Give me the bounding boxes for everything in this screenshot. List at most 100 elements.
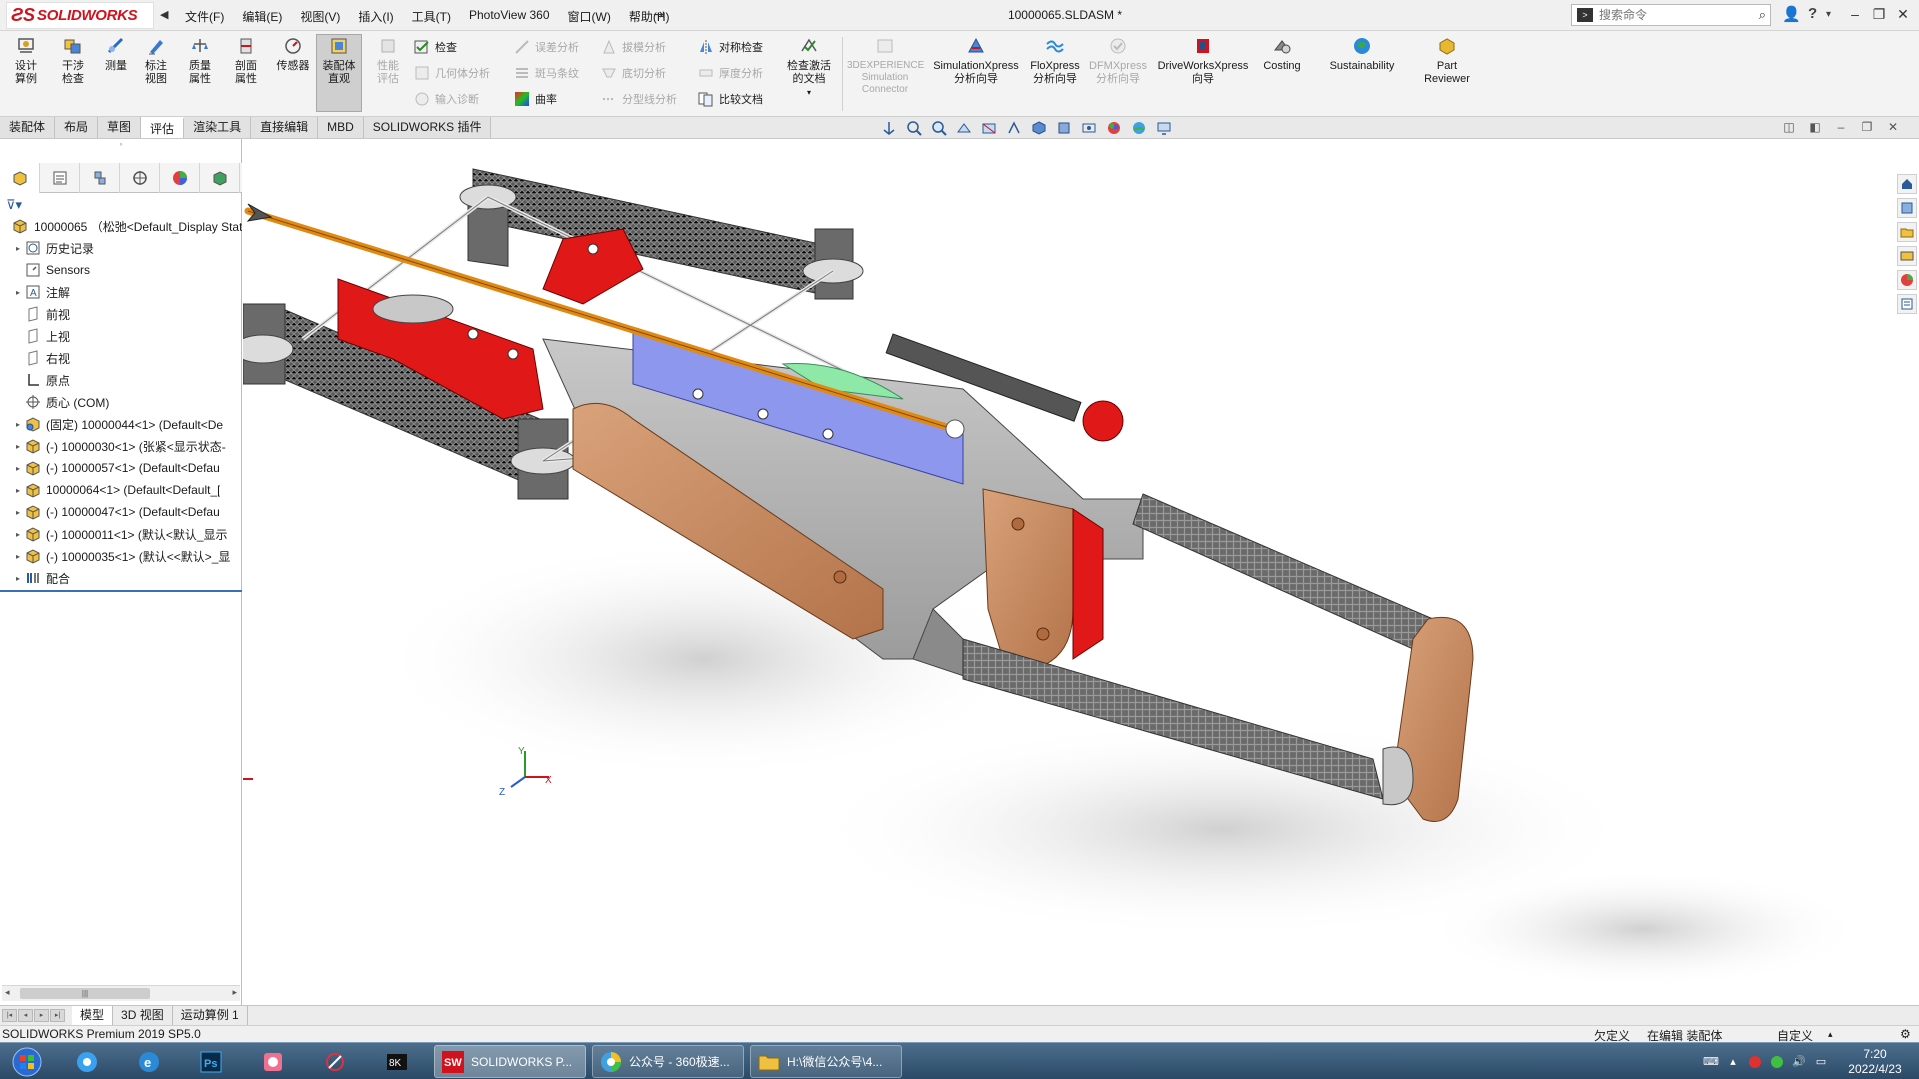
tree-item-component-10000030[interactable]: ▸ (-) 10000030<1> (张紧<显示状态- [0, 435, 242, 457]
tools-app-icon[interactable] [314, 1045, 356, 1078]
doc-close-icon[interactable]: ✕ [1885, 119, 1901, 135]
file-explorer-icon[interactable] [1897, 222, 1917, 242]
expand-arrow-icon[interactable]: ▸ [12, 486, 24, 495]
ie-browser-icon[interactable]: e [128, 1045, 170, 1078]
doc-minimize-icon[interactable]: – [1833, 119, 1849, 135]
tab-3d-views[interactable]: 3D 视图 [113, 1006, 173, 1025]
expand-arrow-icon[interactable]: ▸ [12, 420, 24, 429]
section-view-icon[interactable] [978, 118, 1000, 138]
expand-arrow-icon[interactable]: ▸ [12, 574, 24, 583]
tree-split-bar[interactable] [0, 590, 242, 592]
dfmxpress-button[interactable]: DFMXpress 分析向导 [1088, 35, 1148, 86]
tab-assembly[interactable]: 装配体 [0, 117, 56, 138]
crossbow-3d-model[interactable] [243, 139, 1919, 1005]
tab-mbd[interactable]: MBD [318, 117, 364, 138]
check-active-doc-button[interactable]: 检查激活的文档 ▾ [783, 35, 835, 99]
menu-insert[interactable]: 插入(I) [349, 6, 402, 27]
hide-show-items-icon[interactable] [1078, 118, 1100, 138]
photo-app-icon[interactable] [252, 1045, 294, 1078]
rear-limb[interactable] [459, 168, 864, 300]
expand-arrow-icon[interactable]: ▸ [12, 442, 24, 451]
media-app-icon[interactable]: 8K [376, 1045, 418, 1078]
help-dropdown-icon[interactable]: ▾ [1826, 9, 1831, 20]
part-reviewer-button[interactable]: Part Reviewer [1412, 35, 1482, 86]
tile-left-icon[interactable]: ◫ [1781, 119, 1797, 135]
doc-restore-icon[interactable]: ❐ [1859, 119, 1875, 135]
tree-item-component-10000064[interactable]: ▸ 10000064<1> (Default<Default_[ [0, 479, 242, 501]
expand-arrow-icon[interactable]: ▸ [12, 244, 24, 253]
view-orientation-icon[interactable] [878, 118, 900, 138]
scroll-right-icon[interactable]: ▸ [232, 987, 237, 998]
check-button[interactable]: 检查 [414, 39, 457, 55]
symmetry-check-button[interactable]: 对称检查 [698, 39, 763, 55]
design-study-button[interactable]: 设计算例 [6, 35, 46, 86]
tree-item-component-10000011[interactable]: ▸ (-) 10000011<1> (默认<默认_显示 [0, 523, 242, 545]
help-icon[interactable]: ? [1808, 5, 1817, 22]
taskbar-solidworks[interactable]: SW SOLIDWORKS P... [434, 1045, 586, 1078]
property-manager-tab[interactable] [40, 163, 80, 193]
tree-item-front-plane[interactable]: 前视 [0, 303, 242, 325]
panel-resize-handle[interactable]: ◦ [0, 139, 242, 163]
check-active-doc-dropdown-icon[interactable]: ▾ [807, 86, 811, 99]
appearances-icon[interactable] [1897, 270, 1917, 290]
view-settings-icon[interactable] [1153, 118, 1175, 138]
next-tab-icon[interactable]: ▸ [34, 1009, 49, 1022]
baidu-netdisk-icon[interactable] [66, 1045, 108, 1078]
section-properties-button[interactable]: 剖面属性 [226, 35, 266, 86]
display-style-icon[interactable] [1053, 118, 1075, 138]
start-button[interactable] [6, 1044, 48, 1079]
expand-arrow-icon[interactable]: ▸ [12, 464, 24, 473]
menu-window[interactable]: 窗口(W) [559, 6, 620, 27]
tree-item-annotations[interactable]: ▸ A 注解 [0, 281, 242, 303]
cam-manager-tab[interactable] [200, 163, 240, 193]
tree-item-right-plane[interactable]: 右视 [0, 347, 242, 369]
simulationxpress-button[interactable]: SimulationXpress 分析向导 [930, 35, 1022, 86]
performance-evaluation-button[interactable]: 性能评估 [368, 35, 408, 86]
sustainability-button[interactable]: Sustainability [1322, 35, 1402, 73]
tray-expand-icon[interactable]: ▴ [1725, 1054, 1741, 1070]
design-library-icon[interactable] [1897, 198, 1917, 218]
parting-line-button[interactable]: 分型线分析 [601, 91, 677, 107]
zebra-stripes-button[interactable]: 斑马条纹 [514, 65, 579, 81]
undercut-analysis-button[interactable]: 底切分析 [601, 65, 666, 81]
curvature-button[interactable]: 曲率 [514, 91, 557, 107]
last-tab-icon[interactable]: ▸| [50, 1009, 65, 1022]
expand-arrow-icon[interactable]: ▸ [12, 552, 24, 561]
display-manager-tab[interactable] [160, 163, 200, 193]
menu-collapse-icon[interactable]: ◀ [160, 8, 168, 21]
tab-model[interactable]: 模型 [72, 1006, 114, 1025]
interference-check-button[interactable]: 干涉检查 [54, 35, 92, 86]
driveworksxpress-button[interactable]: DriveWorksXpress 向导 [1154, 35, 1252, 86]
feature-manager-tab[interactable] [0, 163, 40, 193]
pin-menu-icon[interactable]: ⇥ [653, 6, 665, 23]
tab-render-tools[interactable]: 渲染工具 [184, 117, 252, 138]
dimxpert-manager-tab[interactable] [120, 163, 160, 193]
close-icon[interactable]: ✕ [1891, 3, 1915, 25]
first-tab-icon[interactable]: |◂ [2, 1009, 17, 1022]
horizontal-scrollbar[interactable]: ◂ ||| ▸ [2, 985, 240, 1001]
photoshop-icon[interactable]: Ps [190, 1045, 232, 1078]
search-icon[interactable]: ⌕ [1759, 7, 1766, 23]
tree-item-component-10000057[interactable]: ▸ (-) 10000057<1> (Default<Defau [0, 457, 242, 479]
configuration-manager-tab[interactable] [80, 163, 120, 193]
compare-documents-button[interactable]: 比较文档 [698, 91, 763, 107]
tab-evaluate[interactable]: 评估 [141, 117, 185, 138]
stock-upper-tube[interactable] [1132, 493, 1434, 650]
apply-scene-icon[interactable] [1128, 118, 1150, 138]
expand-arrow-icon[interactable]: ▸ [12, 508, 24, 517]
search-input[interactable] [1599, 6, 1739, 24]
menu-tools[interactable]: 工具(T) [403, 6, 460, 27]
expand-arrow-icon[interactable]: ▸ [12, 288, 24, 297]
import-diagnostics-button[interactable]: 输入诊断 [414, 91, 479, 107]
taskbar-explorer[interactable]: H:\微信公众号\4... [750, 1045, 902, 1078]
measure-button[interactable]: 测量 [98, 35, 134, 73]
draft-analysis-button[interactable]: 拔模分析 [601, 39, 666, 55]
taskbar-browser[interactable]: 公众号 - 360极速... [592, 1045, 744, 1078]
status-help-icon[interactable]: ⚙ [1900, 1027, 1911, 1041]
user-icon[interactable]: 👤 [1782, 5, 1801, 23]
tree-item-origin[interactable]: 原点 [0, 369, 242, 391]
tab-sketch[interactable]: 草图 [98, 117, 142, 138]
menu-help[interactable]: 帮助(H) [620, 6, 679, 27]
tree-item-sensors[interactable]: Sensors [0, 259, 242, 281]
tree-item-component-10000044[interactable]: ▸ (固定) 10000044<1> (Default<De [0, 413, 242, 435]
